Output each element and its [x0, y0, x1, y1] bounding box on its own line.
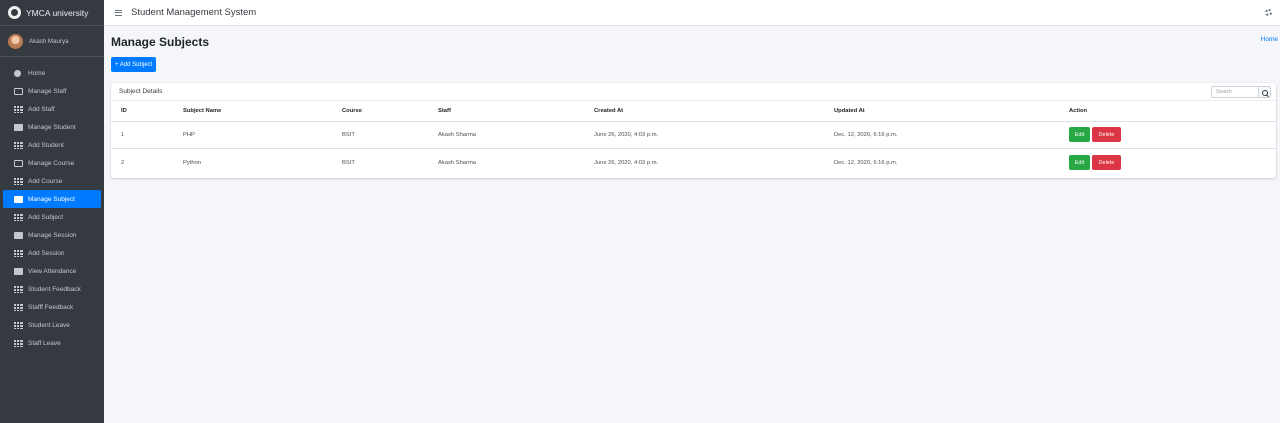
calendar-icon — [14, 267, 23, 275]
sidebar-item-label: Staff Leave — [28, 339, 61, 347]
graduation-cap-icon — [14, 231, 23, 239]
cell-created-at: June 26, 2020, 4:03 p.m. — [594, 121, 834, 149]
top-navbar: Student Management System — [104, 0, 1280, 26]
cell-staff: Akash Sharma — [438, 159, 477, 166]
cell-id: 2 — [121, 159, 125, 166]
sidebar-item-label: Home — [28, 69, 46, 77]
sidebar-item-manage-subject[interactable]: Manage Subject — [3, 190, 101, 208]
card-title: Subject Details — [119, 88, 163, 95]
cell-updated-at: Dec. 12, 2020, 6:16 p.m. — [834, 121, 1069, 149]
sidebar-item-label: Add Subject — [28, 213, 64, 221]
brand-name: YMCA university — [26, 7, 89, 18]
sidebar-item-student-leave[interactable]: Student Leave — [3, 316, 101, 334]
cell-subject-name: PHP — [183, 121, 342, 149]
sidebar-item-label: Manage Student — [28, 123, 76, 131]
sidebar-item-label: Add Session — [28, 249, 65, 257]
sidebar-item-staff-feedback[interactable]: Stafff Feedback — [3, 298, 101, 316]
hamburger-menu-icon[interactable] — [115, 9, 122, 16]
add-subject-button[interactable]: + Add Subject — [111, 57, 157, 72]
table-icon — [14, 303, 23, 311]
delete-button[interactable]: Delete — [1092, 127, 1121, 143]
main-content: Manage Subjects Home + Add Subject Subje… — [104, 27, 1280, 423]
sidebar-item-manage-course[interactable]: Manage Course — [3, 154, 101, 172]
column-header-staff: Staff — [438, 101, 594, 122]
cell-action: Edit Delete — [1069, 149, 1276, 177]
table-row: 1 PHP BSIT Akash Sharma June 26, 2020, 4… — [111, 121, 1276, 149]
avatar — [8, 33, 23, 49]
cell-course: BSIT — [342, 121, 438, 149]
cell-course: BSIT — [342, 159, 355, 166]
app-title: Student Management System — [131, 7, 257, 18]
card-header: Subject Details Search — [111, 83, 1276, 101]
table-row: 2 Python BSIT Akash Sharma June 26, 2020… — [111, 149, 1276, 177]
sidebar-nav: Home Manage Staff Add Staff Manage Stude… — [0, 57, 104, 352]
cell-staff: Akash Sharma — [438, 121, 594, 149]
column-header-created-at: Created At — [594, 101, 834, 122]
table-icon — [14, 339, 23, 347]
sidebar-item-manage-student[interactable]: Manage Student — [3, 118, 101, 136]
table-icon — [14, 321, 23, 329]
delete-button[interactable]: Delete — [1092, 155, 1121, 170]
column-header-updated-at: Updated At — [834, 101, 1069, 122]
cell-updated-at: Dec. 12, 2020, 6:16 p.m. — [834, 159, 898, 166]
sidebar-item-label: Add Course — [28, 177, 63, 185]
cell-id: 1 — [111, 121, 183, 149]
table-header-row: ID Subject Name Course Staff Created At … — [111, 101, 1276, 122]
sidebar-item-label: Manage Subject — [28, 195, 75, 203]
table-icon — [14, 249, 23, 257]
desktop-icon — [14, 159, 23, 167]
table-icon — [14, 177, 23, 185]
subjects-table: ID Subject Name Course Staff Created At … — [111, 101, 1276, 176]
sidebar-item-manage-session[interactable]: Manage Session — [3, 226, 101, 244]
gear-icon[interactable] — [1265, 9, 1272, 16]
sidebar-item-add-student[interactable]: Add Student — [3, 136, 101, 154]
sidebar-item-student-feedback[interactable]: Student Feedback — [3, 280, 101, 298]
dashboard-icon — [14, 69, 21, 77]
sidebar-item-label: Student Leave — [28, 321, 70, 329]
page-title: Manage Subjects — [111, 35, 210, 49]
user-name: Akash Maurya — [29, 37, 69, 45]
breadcrumb-home-link[interactable]: Home — [1261, 36, 1278, 43]
sidebar: YMCA university Akash Maurya Home Manage… — [0, 0, 104, 423]
sidebar-item-label: Student Feedback — [28, 285, 81, 293]
sidebar-item-label: Stafff Feedback — [28, 303, 74, 311]
sidebar-item-view-attendance[interactable]: View Attendance — [3, 262, 101, 280]
sidebar-item-label: Add Student — [28, 141, 64, 149]
subject-details-card: Subject Details Search ID Subject Name C… — [111, 83, 1276, 178]
sidebar-item-label: Manage Course — [28, 159, 75, 167]
user-panel[interactable]: Akash Maurya — [0, 26, 104, 57]
table-icon — [14, 285, 23, 293]
sidebar-item-add-subject[interactable]: Add Subject — [3, 208, 101, 226]
sidebar-item-label: Manage Session — [28, 231, 77, 239]
edit-button[interactable]: Edit — [1069, 155, 1090, 170]
user-graduate-icon — [14, 123, 23, 131]
sidebar-item-add-staff[interactable]: Add Staff — [3, 100, 101, 118]
cell-action: Edit Delete — [1069, 121, 1276, 149]
edit-button[interactable]: Edit — [1069, 127, 1090, 143]
sidebar-item-add-course[interactable]: Add Course — [3, 172, 101, 190]
table-search: Search — [1211, 86, 1271, 98]
search-input[interactable]: Search — [1211, 86, 1259, 98]
sidebar-item-home[interactable]: Home — [3, 64, 101, 82]
brand-logo-icon — [8, 6, 21, 19]
book-icon — [14, 195, 23, 203]
sidebar-item-label: View Attendance — [28, 267, 77, 275]
column-header-subject-name: Subject Name — [183, 101, 342, 122]
sidebar-item-label: Add Staff — [28, 105, 55, 113]
brand-link[interactable]: YMCA university — [0, 0, 104, 26]
column-header-id: ID — [111, 101, 183, 122]
chalkboard-teacher-icon — [14, 87, 23, 95]
table-icon — [14, 141, 23, 149]
sidebar-item-add-session[interactable]: Add Session — [3, 244, 101, 262]
search-button[interactable] — [1259, 86, 1271, 98]
sidebar-item-manage-staff[interactable]: Manage Staff — [3, 82, 101, 100]
sidebar-item-label: Manage Staff — [28, 87, 67, 95]
cell-created-at: June 26, 2020, 4:03 p.m. — [594, 159, 659, 166]
cell-subject-name: Python — [183, 159, 202, 166]
column-header-course: Course — [342, 101, 438, 122]
column-header-action: Action — [1069, 101, 1276, 122]
sidebar-item-staff-leave[interactable]: Staff Leave — [3, 334, 101, 352]
table-icon — [14, 105, 23, 113]
table-icon — [14, 213, 23, 221]
